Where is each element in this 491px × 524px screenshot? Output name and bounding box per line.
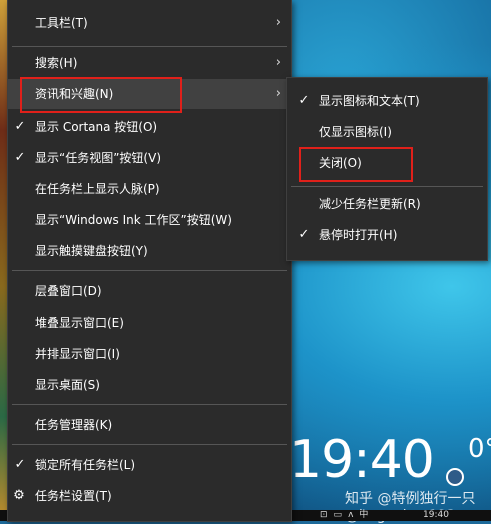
check-icon: ✓ (14, 457, 26, 472)
menu-item-task-manager[interactable]: 任务管理器(K) (8, 410, 291, 440)
menu-item-show-cortana[interactable]: ✓ 显示 Cortana 按钮(O) (8, 112, 291, 142)
tray-chevron-icon[interactable]: ʌ (348, 510, 353, 521)
watermark-text: 知乎 @特例独行一只 (345, 491, 476, 507)
submenu-item-turn-off[interactable]: 关闭(O) (287, 148, 487, 178)
menu-separator (12, 444, 287, 445)
submenu-item-show-icon-and-text[interactable]: ✓ 显示图标和文本(T) (287, 86, 487, 116)
check-icon: ✓ (14, 150, 26, 165)
menu-item-label: 工具栏(T) (35, 16, 88, 30)
menu-item-show-touch-keyboard[interactable]: 显示触摸键盘按钮(Y) (8, 236, 291, 266)
menu-separator (12, 46, 287, 47)
submenu-item-label: 显示图标和文本(T) (319, 94, 420, 108)
gear-icon: ⚙ (13, 488, 25, 503)
menu-item-label: 显示 Cortana 按钮(O) (35, 120, 158, 134)
menu-item-stack-windows[interactable]: 堆叠显示窗口(E) (8, 308, 291, 338)
taskbar-clock[interactable]: 19:40 (423, 510, 449, 521)
chevron-right-icon: › (275, 86, 281, 101)
menu-item-cascade-windows[interactable]: 层叠窗口(D) (8, 276, 291, 306)
menu-item-taskbar-settings[interactable]: ⚙ 任务栏设置(T) (8, 481, 291, 511)
menu-separator (12, 270, 287, 271)
menu-item-label: 任务管理器(K) (35, 418, 113, 432)
menu-item-show-task-view[interactable]: ✓ 显示“任务视图”按钮(V) (8, 143, 291, 173)
weather-icon[interactable] (446, 468, 464, 486)
system-tray[interactable]: ⊡ ▭ ʌ 中 (320, 510, 368, 521)
ime-indicator[interactable]: 中 (359, 510, 368, 521)
menu-item-label: 堆叠显示窗口(E) (35, 316, 124, 330)
menu-item-show-desktop[interactable]: 显示桌面(S) (8, 370, 291, 400)
menu-item-label: 锁定所有任务栏(L) (35, 458, 136, 472)
menu-item-lock-taskbars[interactable]: ✓ 锁定所有任务栏(L) (8, 450, 291, 480)
menu-item-show-people[interactable]: 在任务栏上显示人脉(P) (8, 174, 291, 204)
menu-separator (291, 186, 483, 187)
menu-item-label: 搜索(H) (35, 56, 78, 70)
desktop-clock: 19:40 (289, 430, 435, 490)
chevron-right-icon: › (275, 55, 281, 70)
submenu-item-show-icon-only[interactable]: 仅显示图标(I) (287, 117, 487, 147)
menu-item-label: 显示“任务视图”按钮(V) (35, 151, 162, 165)
taskbar-context-menu: 工具栏(T) › 搜索(H) › 资讯和兴趣(N) › ✓ 显示 Cortana… (7, 0, 292, 522)
submenu-item-reduce-taskbar-updates[interactable]: 减少任务栏更新(R) (287, 189, 487, 219)
menu-item-label: 任务栏设置(T) (35, 489, 112, 503)
submenu-item-label: 仅显示图标(I) (319, 125, 392, 139)
tray-icon-2[interactable]: ▭ (334, 510, 343, 521)
news-and-interests-submenu: ✓ 显示图标和文本(T) 仅显示图标(I) 关闭(O) 减少任务栏更新(R) ✓… (286, 77, 488, 261)
menu-item-toolbars[interactable]: 工具栏(T) › (8, 8, 291, 38)
submenu-item-label: 悬停时打开(H) (319, 228, 398, 242)
check-icon: ✓ (298, 227, 310, 242)
submenu-item-label: 减少任务栏更新(R) (319, 197, 421, 211)
submenu-item-open-on-hover[interactable]: ✓ 悬停时打开(H) (287, 220, 487, 250)
menu-item-side-by-side-windows[interactable]: 并排显示窗口(I) (8, 339, 291, 369)
temperature-readout: 0° (468, 434, 491, 464)
chevron-right-icon: › (275, 15, 281, 30)
menu-separator (12, 404, 287, 405)
menu-item-label: 资讯和兴趣(N) (35, 87, 114, 101)
desktop-wallpaper-edge (0, 0, 7, 521)
menu-item-label: 在任务栏上显示人脉(P) (35, 182, 160, 196)
menu-item-label: 显示“Windows Ink 工作区”按钮(W) (35, 213, 232, 227)
menu-item-search[interactable]: 搜索(H) › (8, 48, 291, 78)
tray-icon-1[interactable]: ⊡ (320, 510, 328, 521)
menu-item-news-and-interests[interactable]: 资讯和兴趣(N) › (8, 79, 291, 109)
check-icon: ✓ (298, 93, 310, 108)
menu-item-label: 并排显示窗口(I) (35, 347, 120, 361)
submenu-item-label: 关闭(O) (319, 156, 362, 170)
menu-item-label: 层叠窗口(D) (35, 284, 102, 298)
menu-item-label: 显示桌面(S) (35, 378, 100, 392)
menu-item-show-windows-ink[interactable]: 显示“Windows Ink 工作区”按钮(W) (8, 205, 291, 235)
check-icon: ✓ (14, 119, 26, 134)
menu-item-label: 显示触摸键盘按钮(Y) (35, 244, 148, 258)
